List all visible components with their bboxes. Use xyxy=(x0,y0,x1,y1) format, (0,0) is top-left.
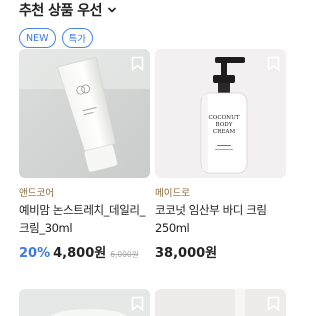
product-name[interactable]: 코코넛 임산부 바디 크림 250ml xyxy=(155,201,286,237)
product-image[interactable] xyxy=(155,289,286,316)
product-price-row: 20% 4,800원 6,000원 xyxy=(19,242,139,261)
product-brand: 메이드로 xyxy=(155,188,190,199)
product-card[interactable] xyxy=(155,289,286,316)
section-title: 추천 상품 우선 xyxy=(19,3,103,19)
bookmark-icon[interactable] xyxy=(131,56,144,71)
sale-price: 4,800원 xyxy=(53,246,107,261)
bottle-label-line2: BODY xyxy=(216,122,233,128)
bottle-label-line1: COCONUT xyxy=(208,115,239,121)
section-header[interactable]: 추천 상품 우선 xyxy=(19,0,117,20)
original-price: 6,000원 xyxy=(110,250,139,259)
bookmark-icon[interactable] xyxy=(267,296,280,311)
chevron-down-icon xyxy=(107,7,117,13)
product-image[interactable] xyxy=(19,49,150,178)
product-card[interactable]: 앤드코어 예비맘 논스트레치_데일리_크림_30ml 20% 4,800원 6,… xyxy=(19,49,150,264)
product-price-row: 38,000원 xyxy=(155,242,217,261)
sale-price: 38,000원 xyxy=(155,246,218,261)
product-card[interactable]: COCONUT BODY CREAM 메이드로 코코넛 임산부 바디 크림 25… xyxy=(155,49,286,264)
bottle-label-line3: CREAM xyxy=(213,129,236,135)
bookmark-icon[interactable] xyxy=(267,56,280,71)
product-brand: 앤드코어 xyxy=(19,188,54,199)
tag-filter-row: NEW 특가 xyxy=(19,28,93,48)
tag-new[interactable]: NEW xyxy=(19,28,56,48)
bookmark-icon[interactable] xyxy=(131,296,144,311)
product-card[interactable] xyxy=(19,289,150,316)
tag-special-price[interactable]: 특가 xyxy=(61,28,93,48)
product-image[interactable]: COCONUT BODY CREAM xyxy=(155,49,286,178)
product-name[interactable]: 예비맘 논스트레치_데일리_크림_30ml xyxy=(19,201,154,237)
product-image[interactable] xyxy=(19,289,150,316)
discount-rate: 20% xyxy=(19,246,51,261)
